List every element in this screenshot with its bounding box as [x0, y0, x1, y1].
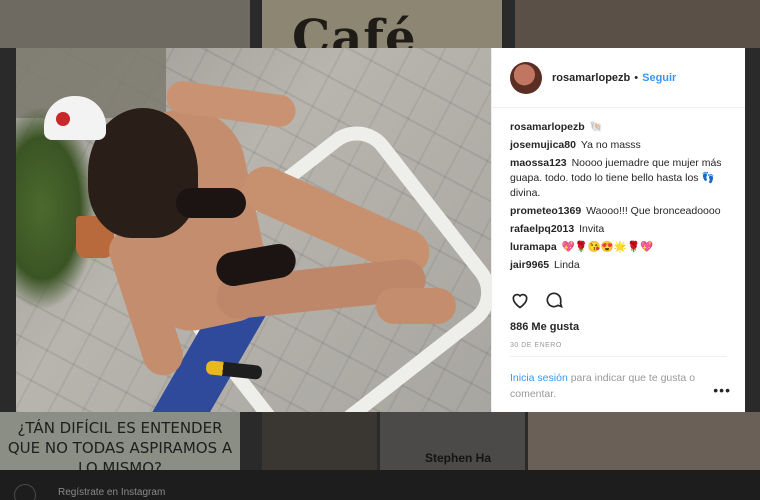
footer-logo-icon — [14, 484, 36, 500]
background-tile — [528, 412, 760, 470]
comment-username[interactable]: josemujica80 — [510, 139, 576, 151]
comment-text: Ya no masss — [580, 139, 641, 151]
cap-logo-icon — [56, 112, 70, 126]
post-header: rosamarlopezb • Seguir — [492, 48, 745, 108]
caption-text: 🐚 — [589, 121, 603, 133]
list-item: maossa123 Noooo juemadre que mujer más g… — [510, 156, 727, 201]
likes-count[interactable]: 886 Me gusta — [510, 321, 579, 333]
list-item: prometeo1369 Waooo!!! Que bronceadoooo — [510, 204, 727, 219]
post-side-panel: rosamarlopezb • Seguir rosamarlopezb 🐚 j… — [491, 48, 745, 412]
comment-username[interactable]: maossa123 — [510, 157, 567, 169]
photo-feet — [376, 288, 456, 324]
header-separator: • — [634, 71, 639, 84]
comment-text: Invita — [579, 223, 605, 235]
post-username[interactable]: rosamarlopezb — [552, 72, 630, 84]
comment-bubble-icon[interactable] — [544, 290, 564, 310]
comment-username[interactable]: luramapa — [510, 241, 557, 253]
comment-text: 💖🌹😘😍🌟🌹💖 — [561, 241, 654, 253]
more-options-icon[interactable]: ••• — [713, 382, 731, 398]
comments-list[interactable]: rosamarlopezb 🐚 josemujica80 Ya no masss… — [492, 108, 745, 280]
login-link[interactable]: Inicia sesión — [510, 372, 568, 384]
photo-bikini-top — [176, 188, 246, 218]
comment-username[interactable]: prometeo1369 — [510, 205, 581, 217]
divider — [510, 356, 727, 357]
caption: rosamarlopezb 🐚 — [510, 120, 727, 135]
signup-footer-text[interactable]: Regístrate en Instagram — [58, 487, 165, 498]
list-item: jair9965 Linda — [510, 258, 727, 273]
list-item: josemujica80 Ya no masss — [510, 138, 727, 153]
avatar[interactable] — [510, 61, 542, 94]
comment-text: Linda — [554, 259, 580, 271]
post-date: 30 DE ENERO — [510, 342, 562, 349]
post-photo[interactable] — [16, 48, 491, 412]
list-item: rafaelpq2013 Invita — [510, 222, 727, 237]
comment-username[interactable]: jair9965 — [510, 259, 549, 271]
follow-button[interactable]: Seguir — [642, 72, 676, 84]
comment-text: Waooo!!! Que bronceadoooo — [586, 205, 721, 217]
background-tile — [262, 412, 377, 470]
background-tile — [515, 0, 760, 48]
comment-username[interactable]: rafaelpq2013 — [510, 223, 574, 235]
login-prompt: Inicia sesión para indicar que te gusta … — [510, 370, 720, 402]
caption-username[interactable]: rosamarlopezb — [510, 121, 585, 133]
background-quote-text: ¿TÁN DIFÍCIL ES ENTENDER QUE NO TODAS AS… — [7, 419, 233, 477]
post-modal: rosamarlopezb • Seguir rosamarlopezb 🐚 j… — [16, 48, 745, 412]
list-item: luramapa 💖🌹😘😍🌟🌹💖 — [510, 240, 727, 255]
background-tile — [0, 0, 250, 48]
post-actions — [510, 290, 564, 310]
heart-icon[interactable] — [510, 290, 530, 310]
background-name-text: Stephen Ha — [425, 451, 492, 465]
